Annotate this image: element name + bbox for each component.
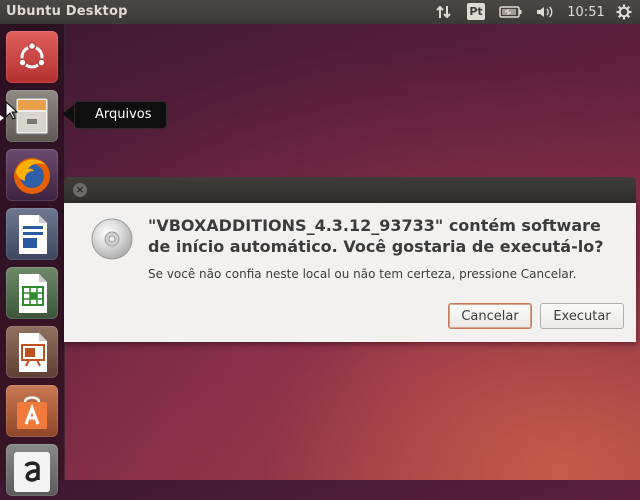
launcher-libreoffice-calc[interactable] xyxy=(6,267,58,319)
firefox-icon xyxy=(14,158,50,194)
cd-disc-icon xyxy=(91,218,133,260)
impress-presentation-icon xyxy=(19,333,47,372)
volume-icon[interactable] xyxy=(534,3,556,21)
top-panel: Ubuntu Desktop Pt 10:51 xyxy=(0,0,640,24)
battery-icon[interactable] xyxy=(499,3,523,21)
amazon-icon xyxy=(14,452,50,492)
launcher-dash-home[interactable] xyxy=(6,31,58,83)
writer-document-icon xyxy=(19,215,47,254)
window-title: Ubuntu Desktop xyxy=(6,4,128,19)
calc-spreadsheet-icon xyxy=(19,274,47,313)
launcher-software-center[interactable] xyxy=(6,385,58,437)
dialog-message: Se você não confia neste local ou não te… xyxy=(148,267,577,281)
close-icon[interactable]: × xyxy=(73,183,87,197)
keyboard-layout-indicator[interactable]: Pt xyxy=(467,3,485,20)
mouse-cursor-icon xyxy=(5,101,19,120)
run-button[interactable]: Executar xyxy=(540,303,624,329)
gear-icon[interactable] xyxy=(614,3,634,21)
launcher-libreoffice-writer[interactable] xyxy=(6,208,58,260)
launcher-tooltip: Arquivos xyxy=(74,101,167,129)
ubuntu-logo-icon xyxy=(18,41,46,69)
shopping-bag-icon xyxy=(17,396,47,429)
launcher-libreoffice-impress[interactable] xyxy=(6,326,58,378)
dialog-heading: "VBOXADDITIONS_4.3.12_93733" contém soft… xyxy=(148,215,618,257)
launcher-amazon[interactable] xyxy=(6,444,58,496)
network-arrows-icon[interactable] xyxy=(434,3,454,21)
launcher-firefox[interactable] xyxy=(6,149,58,201)
launcher xyxy=(0,24,65,496)
autorun-dialog: "VBOXADDITIONS_4.3.12_93733" contém soft… xyxy=(64,203,636,342)
launcher-active-pip xyxy=(0,115,4,121)
dialog-heading-line1: "VBOXADDITIONS_4.3.12_93733" contém soft… xyxy=(148,216,601,235)
dialog-heading-line2: de início automático. Você gostaria de e… xyxy=(148,237,604,256)
cancel-button[interactable]: Cancelar xyxy=(448,303,532,329)
clock[interactable]: 10:51 xyxy=(567,3,605,21)
dialog-titlebar: × xyxy=(64,177,636,203)
